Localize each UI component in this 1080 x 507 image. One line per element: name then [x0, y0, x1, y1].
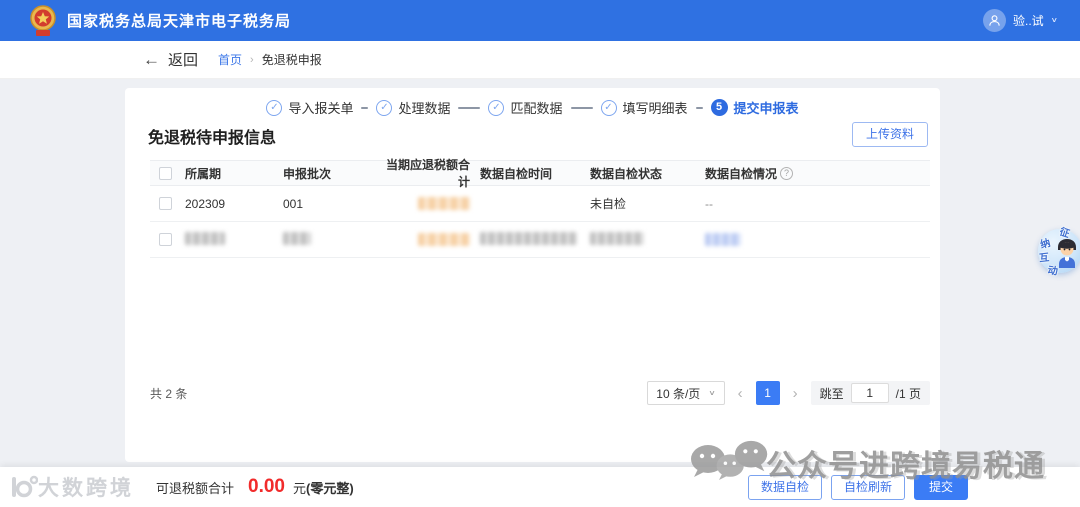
- step-match-data: ✓ 匹配数据: [488, 98, 563, 117]
- breadcrumb-current: 免退税申报: [261, 53, 322, 67]
- back-button[interactable]: ← 返回: [143, 49, 198, 70]
- declaration-panel: ✓ 导入报关单 ✓ 处理数据 ✓ 匹配数据 ✓ 填写明细表 5 提交申报表 免退…: [125, 88, 940, 462]
- page-title: 免退税待申报信息: [148, 130, 277, 147]
- jump-label: 跳至: [819, 386, 844, 401]
- column-header: 数据自检时间: [480, 166, 553, 181]
- breadcrumb-home-link[interactable]: 首页: [218, 51, 242, 68]
- pagination: 共 2 条 10 条/页 ∨ ‹ 1 › 跳至 /1 页: [150, 380, 930, 406]
- step-fill-detail-form: ✓ 填写明细表: [600, 98, 688, 117]
- info-icon[interactable]: ?: [780, 166, 794, 180]
- row-checkbox[interactable]: [158, 233, 172, 246]
- back-arrow-icon: ←: [143, 50, 160, 69]
- chevron-down-icon: ∨: [1050, 16, 1058, 25]
- total-count-label: 共 2 条: [150, 386, 188, 401]
- redacted-value: [185, 231, 225, 245]
- refund-total-label: 可退税额合计: [156, 480, 235, 496]
- check-circle-icon: ✓: [600, 99, 617, 116]
- tax-interaction-assistant-button[interactable]: 征 纳 互 动: [1036, 226, 1080, 278]
- row-checkbox[interactable]: [158, 197, 172, 210]
- back-label: 返回: [168, 52, 199, 69]
- redacted-value: [705, 233, 741, 246]
- national-emblem-icon: [30, 4, 56, 36]
- chevron-down-icon: ∨: [708, 389, 716, 397]
- step-process-data: ✓ 处理数据: [376, 98, 450, 117]
- progress-stepper: ✓ 导入报关单 ✓ 处理数据 ✓ 匹配数据 ✓ 填写明细表 5 提交申报表: [125, 98, 940, 117]
- check-circle-icon: ✓: [266, 99, 283, 116]
- table-row: 202309 001 未自检 --: [150, 186, 930, 222]
- cell-check-detail: --: [705, 196, 713, 211]
- prev-page-button[interactable]: ‹: [735, 385, 746, 402]
- brand-name: 大数跨境: [38, 477, 134, 500]
- brand-logo-icon: [12, 475, 38, 498]
- user-avatar: [983, 9, 1006, 32]
- redacted-value: [590, 231, 644, 245]
- person-icon: [989, 15, 1000, 26]
- mascot-avatar-icon: [1058, 239, 1076, 268]
- check-circle-icon: ✓: [488, 99, 505, 116]
- step-connector: [361, 106, 369, 109]
- page-jumper: 跳至 /1 页: [810, 381, 930, 405]
- page-size-select[interactable]: 10 条/页 ∨: [647, 381, 725, 405]
- step-connector: [458, 106, 481, 109]
- self-check-refresh-button[interactable]: 自检刷新: [831, 475, 906, 500]
- cell-batch: 001: [283, 196, 304, 211]
- user-name: 验..试: [1013, 14, 1044, 28]
- bottom-buttons: 数据自检 自检刷新 提交: [748, 475, 969, 500]
- step-number-badge: 5: [710, 99, 728, 116]
- table-row: [150, 222, 930, 258]
- upload-materials-button[interactable]: 上传资料: [851, 122, 928, 147]
- refund-unit: 元(零元整): [293, 480, 354, 496]
- redacted-value: [283, 231, 311, 245]
- current-page-button[interactable]: 1: [755, 381, 780, 405]
- jump-page-input[interactable]: [850, 383, 889, 403]
- cell-check-status: 未自检: [590, 197, 627, 211]
- column-header: 数据自检状态: [590, 166, 663, 181]
- next-page-button[interactable]: ›: [790, 385, 801, 402]
- breadcrumb: 首页 › 免退税申报: [218, 51, 322, 68]
- cell-period: 202309: [185, 196, 226, 211]
- step-submit-declaration: 5 提交申报表: [710, 98, 799, 117]
- app-header: 国家税务总局天津市电子税务局 验..试 ∨: [0, 0, 1080, 41]
- total-pages-label: /1 页: [895, 386, 921, 401]
- bottom-action-bar: 大数跨境 可退税额合计 0.00 元(零元整) 数据自检 自检刷新 提交: [0, 467, 1080, 507]
- breadcrumb-bar: ← 返回 首页 › 免退税申报: [0, 41, 1080, 79]
- table-header-row: 所属期 申报批次 当期应退税额合计 数据自检时间 数据自检状态 数据自检情况 ?: [150, 158, 930, 189]
- user-menu[interactable]: 验..试 ∨: [983, 9, 1058, 32]
- redacted-value: [480, 231, 577, 245]
- step-connector: [570, 106, 593, 109]
- check-circle-icon: ✓: [376, 99, 393, 116]
- redacted-amount: [418, 197, 470, 210]
- data-self-check-button[interactable]: 数据自检: [748, 475, 823, 500]
- select-all-checkbox[interactable]: [158, 166, 172, 180]
- app-title: 国家税务总局天津市电子税务局: [67, 13, 292, 30]
- redacted-amount: [418, 233, 470, 246]
- submit-button[interactable]: 提交: [914, 475, 969, 500]
- column-header: 所属期: [185, 166, 222, 181]
- breadcrumb-separator: ›: [250, 53, 254, 66]
- column-header: 当期应退税额合计: [385, 158, 470, 189]
- step-import-customs-form: ✓ 导入报关单: [266, 98, 353, 117]
- column-header: 申报批次: [283, 166, 332, 181]
- column-header: 数据自检情况 ?: [700, 165, 930, 182]
- refund-total-amount: 0.00: [248, 476, 285, 497]
- step-connector: [695, 106, 703, 109]
- declaration-table: 所属期 申报批次 当期应退税额合计 数据自检时间 数据自检状态 数据自检情况 ?…: [150, 158, 930, 258]
- brand-watermark: 大数跨境: [8, 472, 134, 502]
